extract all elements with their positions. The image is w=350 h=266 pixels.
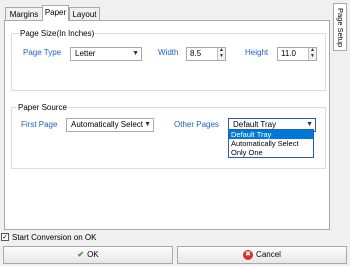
tab-margins[interactable]: Margins [5,7,43,20]
page-type-label: Page Type [23,48,62,57]
cancel-button[interactable]: ✖ Cancel [177,246,347,264]
width-value: 8.5 [190,49,202,58]
paper-source-title: Paper Source [17,103,68,112]
start-conversion-checkbox[interactable]: ✓ [1,233,9,241]
paper-panel: Page Size(In Inches) Page Type Letter ▼ … [4,20,330,230]
other-pages-dropdown: Default Tray Automatically Select Only O… [228,129,314,158]
page-size-group [11,33,326,91]
caret-down-icon: ▼ [144,121,151,128]
page-size-title: Page Size(In Inches) [19,29,96,38]
tab-page-setup[interactable]: Page Setup [333,3,347,51]
height-label: Height [245,48,269,57]
tab-layout[interactable]: Layout [69,7,100,20]
dropdown-option[interactable]: Automatically Select [229,139,313,148]
start-conversion-label: Start Conversion on OK [12,233,97,242]
other-pages-label: Other Pages [174,120,219,129]
spin-down-icon[interactable]: ▼ [219,54,224,59]
ok-button[interactable]: ✔ OK [3,246,173,264]
height-spin-buttons[interactable]: ▲ ▼ [308,48,316,60]
spin-down-icon[interactable]: ▼ [310,54,315,59]
page-type-select[interactable]: Letter ▼ [70,47,142,61]
page-type-value: Letter [75,49,96,58]
first-page-label: First Page [21,120,58,129]
dropdown-option[interactable]: Only One [229,148,313,157]
first-page-value: Automatically Select [71,120,144,129]
cancel-x-icon: ✖ [243,249,254,260]
tab-paper[interactable]: Paper [42,5,69,21]
other-pages-value: Default Tray [233,120,277,129]
height-spinner[interactable]: 11.0 ▲ ▼ [277,47,317,61]
width-spin-buttons[interactable]: ▲ ▼ [217,48,225,60]
dropdown-option[interactable]: Default Tray [229,130,313,139]
ok-check-icon: ✔ [77,250,85,259]
width-label: Width [158,48,179,57]
height-value: 11.0 [281,49,296,58]
side-tab-label: Page Setup [336,8,345,48]
cancel-label: Cancel [256,250,281,259]
width-spinner[interactable]: 8.5 ▲ ▼ [186,47,226,61]
ok-label: OK [87,250,99,259]
caret-down-icon: ▼ [132,50,139,57]
first-page-select[interactable]: Automatically Select ▼ [66,118,154,132]
